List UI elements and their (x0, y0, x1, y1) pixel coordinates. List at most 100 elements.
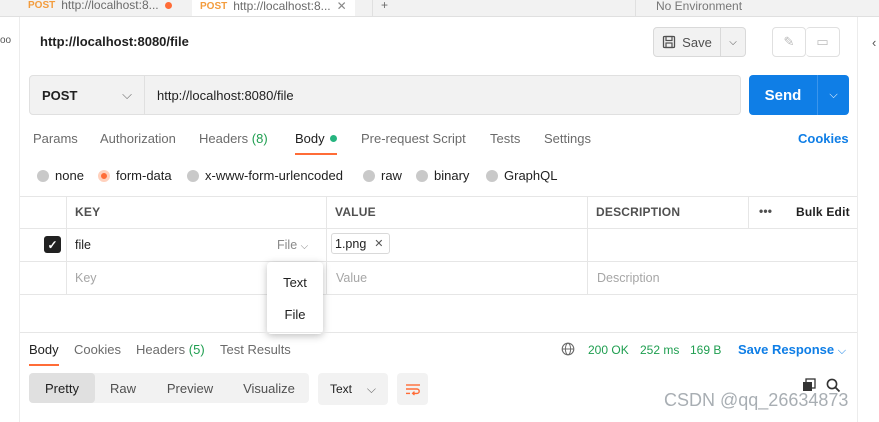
file-name: 1.png (335, 236, 367, 251)
bulk-edit-button[interactable]: Bulk Edit (796, 205, 850, 219)
radio-indicator (363, 169, 375, 182)
radio-urlencoded[interactable]: x-www-form-urlencoded (187, 168, 343, 183)
column-header-key: KEY (75, 205, 101, 219)
key-placeholder[interactable]: Key (75, 271, 97, 285)
environment-select[interactable]: No Environment (635, 0, 857, 16)
chevron-left-icon[interactable]: ‹ (872, 35, 876, 50)
close-icon[interactable]: ✕ (374, 237, 383, 250)
response-tab-tests[interactable]: Test Results (220, 342, 291, 366)
close-icon[interactable]: ✕ (337, 0, 347, 13)
tab-method: POST (28, 0, 56, 11)
check-icon: ✓ (47, 237, 58, 252)
tab-prerequest[interactable]: Pre-request Script (361, 131, 466, 155)
format-select[interactable]: Text ⌵ (318, 373, 388, 405)
active-dot-icon (329, 135, 337, 142)
cookies-link[interactable]: Cookies (798, 131, 849, 146)
tab-settings[interactable]: Settings (544, 131, 591, 155)
tab-title: http://localhost:8... (61, 0, 159, 12)
save-response-button[interactable]: Save Response ⌵ (738, 342, 846, 358)
more-icon[interactable]: oo (0, 35, 11, 46)
left-sidebar: oo (0, 17, 20, 422)
edit-button[interactable]: ✎ (772, 27, 806, 57)
request-tab-1[interactable]: POST http://localhost:8... (20, 0, 180, 16)
response-tab-body[interactable]: Body (29, 342, 59, 366)
tab-params[interactable]: Params (33, 131, 78, 155)
tab-tests[interactable]: Tests (490, 131, 520, 155)
view-preview[interactable]: Preview (155, 373, 225, 403)
tab-method: POST (200, 0, 228, 12)
tab-headers-label: Headers (199, 131, 249, 146)
send-button[interactable]: Send (749, 75, 817, 115)
more-options-icon[interactable]: ••• (759, 204, 772, 218)
tab-body[interactable]: Body (295, 131, 337, 155)
radio-raw[interactable]: raw (363, 168, 402, 183)
radio-indicator (98, 169, 110, 182)
status-code[interactable]: 200 OK (588, 343, 629, 357)
radio-indicator (37, 169, 49, 182)
url-input[interactable]: http://localhost:8080/file (145, 75, 741, 115)
view-raw[interactable]: Raw (95, 373, 151, 403)
tab-headers[interactable]: Headers (8) (199, 131, 268, 155)
chevron-down-icon: ⌵ (122, 87, 132, 102)
save-options-button[interactable]: ⌵ (721, 27, 746, 57)
chevron-down-icon: ⌵ (366, 381, 376, 396)
response-time[interactable]: 252 ms (640, 343, 679, 357)
table-col-divider (326, 196, 327, 294)
response-tab-headers[interactable]: Headers (5) (136, 342, 205, 366)
save-icon (663, 35, 676, 49)
table-divider (20, 294, 857, 295)
table-col-divider (748, 196, 749, 228)
tab-body-label: Body (295, 131, 325, 146)
type-select[interactable]: File ⌵ (277, 238, 308, 252)
request-tab-2[interactable]: POST http://localhost:8... ✕ (192, 0, 355, 16)
column-header-value: VALUE (335, 205, 376, 219)
new-tab-button[interactable]: + (372, 0, 396, 16)
right-sidebar: ‹ (857, 17, 879, 422)
menu-item-file[interactable]: File (267, 299, 323, 329)
radio-indicator (187, 169, 199, 182)
description-placeholder[interactable]: Description (597, 271, 660, 285)
view-pretty[interactable]: Pretty (29, 373, 95, 403)
type-dropdown-menu: Text File (267, 262, 323, 334)
radio-indicator (486, 169, 498, 182)
send-options-button[interactable]: ⌵ (817, 75, 849, 115)
table-col-divider (66, 196, 67, 294)
chevron-down-icon: ⌵ (837, 345, 847, 357)
chevron-down-icon: ⌵ (300, 241, 309, 252)
wrap-lines-button[interactable] (397, 373, 428, 405)
tab-title: http://localhost:8... (233, 0, 331, 13)
radio-indicator (416, 169, 428, 182)
method-select[interactable]: POST ⌵ (29, 75, 145, 115)
view-visualize[interactable]: Visualize (231, 373, 307, 403)
chevron-down-icon: ⌵ (729, 36, 737, 48)
key-input[interactable]: file (75, 238, 91, 252)
comments-button[interactable]: ▭ (806, 27, 840, 57)
table-col-divider (587, 196, 588, 294)
menu-item-text[interactable]: Text (267, 267, 323, 297)
method-label: POST (42, 87, 78, 103)
file-chip: 1.png ✕ (331, 233, 390, 254)
tab-authorization[interactable]: Authorization (100, 131, 176, 155)
response-size[interactable]: 169 B (690, 343, 721, 357)
globe-icon[interactable] (561, 342, 575, 359)
table-divider (20, 228, 857, 229)
response-headers-count: (5) (188, 342, 205, 357)
table-divider (20, 261, 857, 262)
radio-binary[interactable]: binary (416, 168, 469, 183)
comment-icon: ▭ (816, 34, 829, 49)
column-header-description: DESCRIPTION (596, 205, 681, 219)
value-placeholder[interactable]: Value (336, 271, 367, 285)
row-checkbox[interactable]: ✓ (44, 236, 61, 253)
radio-graphql[interactable]: GraphQL (486, 168, 557, 183)
response-divider (20, 332, 857, 333)
headers-count: (8) (251, 131, 268, 146)
radio-none[interactable]: none (37, 168, 84, 183)
save-button[interactable]: Save (653, 27, 721, 57)
save-label: Save (682, 34, 712, 50)
chevron-down-icon: ⌵ (829, 88, 838, 101)
response-tab-cookies[interactable]: Cookies (74, 342, 121, 366)
form-data-table (20, 196, 857, 296)
wrap-icon (405, 384, 420, 396)
request-title: http://localhost:8080/file (40, 34, 189, 49)
radio-form-data[interactable]: form-data (98, 168, 172, 183)
